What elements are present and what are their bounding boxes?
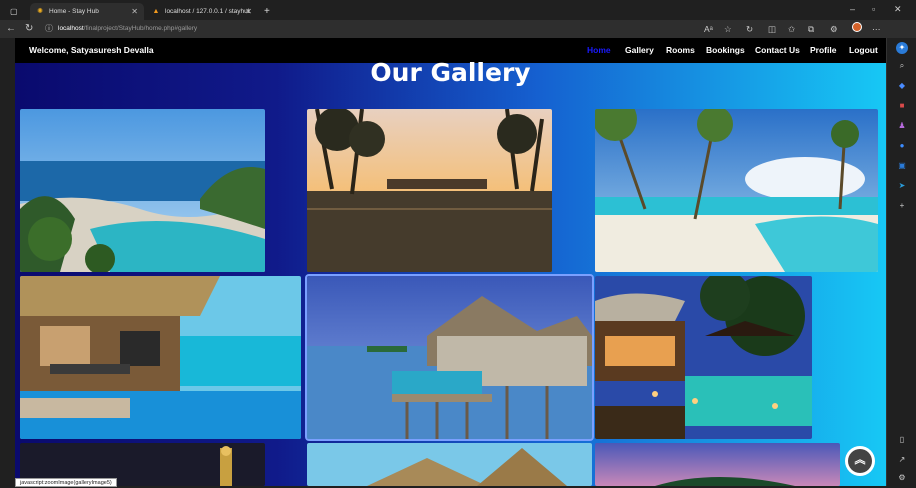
tab-title: Home - Stay Hub: [49, 8, 99, 15]
circle-icon[interactable]: ●: [896, 140, 908, 152]
settings-icon[interactable]: ⚙: [896, 472, 908, 484]
copilot-icon[interactable]: ✦: [896, 42, 908, 54]
minimize-icon[interactable]: –: [850, 4, 855, 14]
page-viewport: Welcome, Satyasuresh Devalla Home Galler…: [15, 38, 886, 486]
gallery-image-4[interactable]: [20, 276, 301, 439]
sunset-pool-image: [307, 109, 552, 272]
tab-title: localhost / 127.0.0.1 / stayhub /: [165, 8, 250, 15]
sun-icon: ✺: [37, 7, 43, 15]
nav-contact-us[interactable]: Contact Us: [755, 45, 800, 55]
url-host: localhost: [58, 25, 84, 32]
sidebar-toggle-icon[interactable]: ▯: [896, 434, 908, 446]
nav-logout[interactable]: Logout: [849, 45, 878, 55]
browser-sidebar: ✦ ⌕ ◆ ■ ♟ ● ▣ ➤ + ▯ ↗ ⚙: [886, 38, 916, 486]
nav-home[interactable]: Home: [587, 45, 611, 55]
tab-home[interactable]: ✺ Home - Stay Hub ✕: [30, 3, 144, 20]
gallery-title: Our Gallery: [370, 58, 531, 87]
send-icon[interactable]: ➤: [896, 180, 908, 192]
refresh-icon[interactable]: ↻: [25, 23, 33, 35]
more-icon[interactable]: ⋯: [872, 23, 881, 35]
chevron-double-up-icon: ︽: [848, 449, 872, 473]
scroll-to-top-button[interactable]: ︽: [845, 446, 875, 476]
overwater-bungalow-image: [20, 276, 301, 439]
url-path: /finalproject/StayHub/home.php#gallery: [83, 25, 198, 32]
read-aloud-icon[interactable]: Aᵃ: [704, 23, 713, 35]
nav-rooms[interactable]: Rooms: [666, 45, 695, 55]
new-tab-button[interactable]: +: [258, 3, 272, 20]
split-screen-icon[interactable]: ◫: [768, 23, 776, 35]
collections-icon[interactable]: ⧉: [808, 23, 814, 35]
nav-profile[interactable]: Profile: [810, 45, 836, 55]
overwater-villa-image: [307, 276, 592, 439]
open-new-icon[interactable]: ↗: [896, 454, 908, 466]
gallery-image-2[interactable]: [307, 109, 552, 272]
thatched-villa-image: [307, 443, 592, 486]
info-icon[interactable]: ⓘ: [45, 23, 53, 35]
island-sunset-image: [595, 443, 840, 486]
gallery-image-3[interactable]: [595, 109, 878, 272]
restore-icon[interactable]: ▫: [872, 4, 875, 14]
url-field[interactable]: localhost/finalproject/StayHub/home.php#…: [58, 23, 197, 35]
plus-icon: +: [264, 6, 270, 17]
search-icon[interactable]: ⌕: [896, 60, 908, 72]
tag-icon[interactable]: ◆: [896, 80, 908, 92]
address-bar: ← ↻ ⓘ localhost/finalproject/StayHub/hom…: [0, 20, 916, 38]
beach-swings-image: [595, 109, 878, 272]
back-arrow-icon[interactable]: ←: [6, 23, 16, 35]
refresh-extension-icon[interactable]: ↻: [746, 23, 753, 35]
browser-titlebar: ▢ ✺ Home - Stay Hub ✕ ▲ localhost / 127.…: [0, 0, 916, 20]
welcome-text: Welcome, Satyasuresh Devalla: [29, 45, 154, 55]
tab-phpmyadmin[interactable]: ▲ localhost / 127.0.0.1 / stayhub / ✕: [146, 3, 258, 20]
close-icon[interactable]: ✕: [245, 7, 252, 16]
profile-avatar[interactable]: [852, 22, 862, 32]
resort-pool-image: [20, 109, 265, 272]
people-icon[interactable]: ♟: [896, 120, 908, 132]
nav-bookings[interactable]: Bookings: [706, 45, 745, 55]
gallery-image-5[interactable]: [307, 276, 592, 439]
favorites-icon[interactable]: ✩: [788, 23, 795, 35]
outlook-icon[interactable]: ▣: [896, 160, 908, 172]
dusk-pool-image: [595, 276, 812, 439]
close-window-icon[interactable]: ✕: [894, 4, 902, 15]
favorite-star-icon[interactable]: ☆: [724, 23, 732, 35]
phpmyadmin-icon: ▲: [152, 7, 160, 15]
extensions-icon[interactable]: ⚙: [830, 23, 838, 35]
gallery-image-6[interactable]: [595, 276, 812, 439]
close-icon[interactable]: ✕: [131, 7, 138, 16]
gallery-image-9[interactable]: [595, 443, 840, 486]
add-icon[interactable]: +: [896, 200, 908, 212]
briefcase-icon[interactable]: ■: [896, 100, 908, 112]
tab-actions-icon[interactable]: ▢: [4, 3, 18, 20]
gallery-image-8[interactable]: [307, 443, 592, 486]
gallery-image-1[interactable]: [20, 109, 265, 272]
nav-gallery[interactable]: Gallery: [625, 45, 654, 55]
